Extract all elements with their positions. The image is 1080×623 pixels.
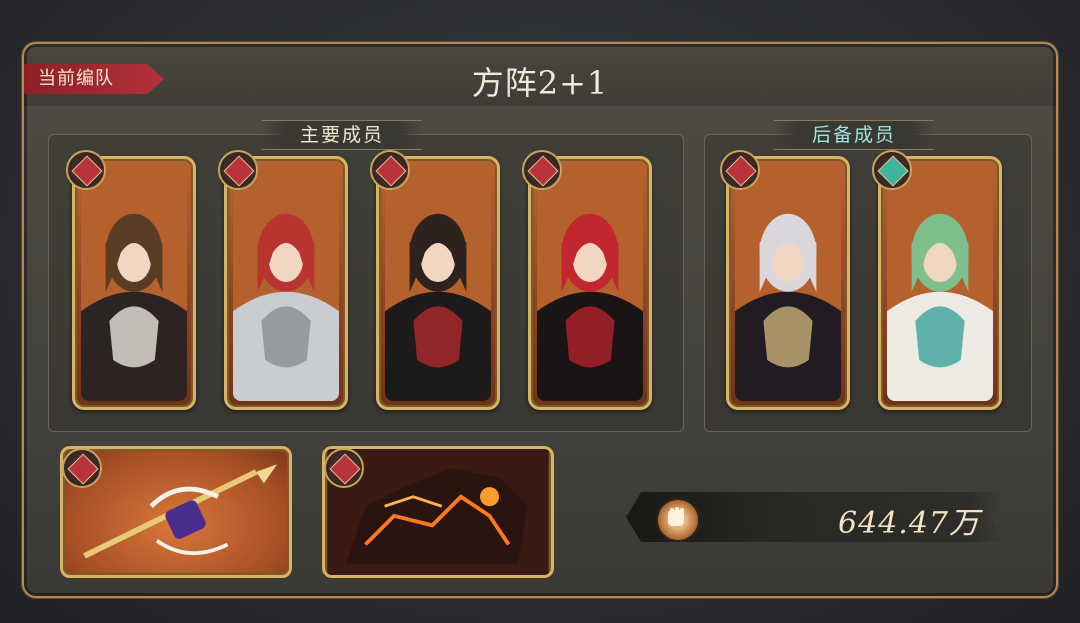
- wind-icon: [872, 150, 912, 190]
- fire-icon: [218, 150, 258, 190]
- formation-title: 方阵2+1: [471, 64, 609, 102]
- character-card[interactable]: [528, 156, 652, 410]
- character-portrait: [887, 165, 993, 401]
- fist-icon: [656, 498, 700, 542]
- character-card[interactable]: [878, 156, 1002, 410]
- fire-icon: [66, 150, 106, 190]
- character-portrait: [735, 165, 841, 401]
- character-portrait: [385, 165, 491, 401]
- character-card[interactable]: [72, 156, 196, 410]
- character-card[interactable]: [726, 156, 850, 410]
- main-members-label: 主要成员: [262, 120, 422, 150]
- character-portrait: [81, 165, 187, 401]
- fire-icon: [522, 150, 562, 190]
- character-portrait: [537, 165, 643, 401]
- fire-icon: [370, 150, 410, 190]
- character-card[interactable]: [224, 156, 348, 410]
- character-card[interactable]: [376, 156, 500, 410]
- fire-icon: [720, 150, 760, 190]
- reserve-members-label: 后备成员: [774, 120, 934, 150]
- fire-icon: [324, 448, 364, 488]
- fire-icon: [62, 448, 102, 488]
- character-portrait: [233, 165, 339, 401]
- power-value: 644.47万: [838, 506, 980, 541]
